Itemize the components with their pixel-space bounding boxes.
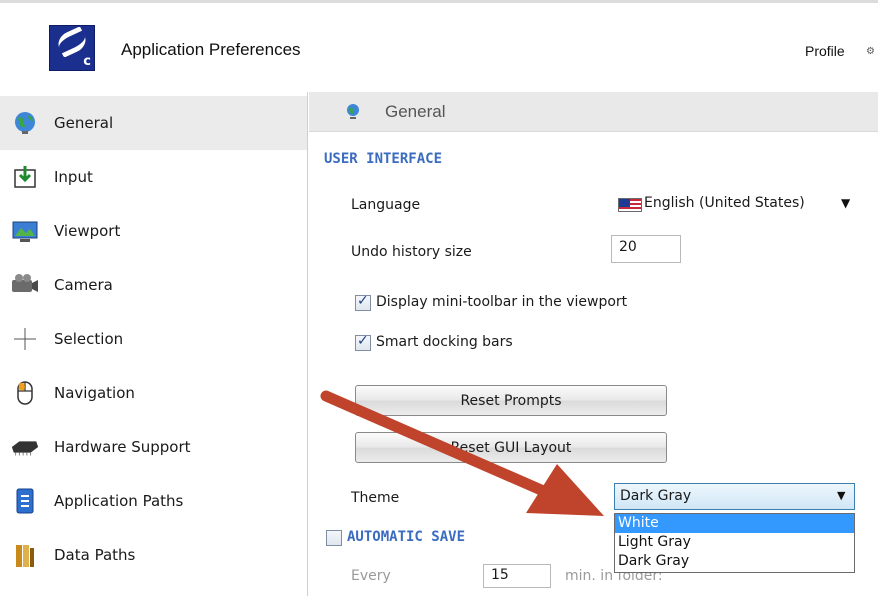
theme-dropdown[interactable]: Dark Gray ▼ [614, 483, 855, 510]
sidebar-item-hardware-support[interactable]: Hardware Support [0, 420, 307, 474]
mini-toolbar-label: Display mini-toolbar in the viewport [376, 294, 628, 310]
app-logo-letter: c [83, 54, 91, 69]
undo-history-input[interactable]: 20 [611, 235, 681, 263]
chevron-down-icon[interactable]: ▼ [841, 196, 850, 210]
camera-icon [10, 270, 40, 300]
mini-toolbar-checkbox[interactable] [355, 293, 371, 311]
sidebar-item-input[interactable]: Input [0, 150, 307, 204]
sidebar-item-viewport[interactable]: Viewport [0, 204, 307, 258]
globe-icon [345, 103, 361, 125]
us-flag-icon [618, 198, 642, 212]
input-icon [10, 162, 40, 192]
sidebar-item-selection[interactable]: Selection [0, 312, 307, 366]
sidebar-item-label: General [54, 114, 114, 132]
sidebar-item-label: Camera [54, 276, 113, 294]
crosshair-icon [10, 324, 40, 354]
language-label: Language [351, 197, 421, 213]
autosave-interval-input[interactable]: 15 [483, 564, 551, 588]
window-title: Application Preferences [121, 40, 301, 59]
theme-label: Theme [351, 490, 400, 506]
smart-docking-checkbox[interactable] [355, 333, 371, 351]
chevron-down-icon[interactable]: ▼ [837, 489, 845, 502]
sidebar-item-label: Viewport [54, 222, 121, 240]
theme-dropdown-list: White Light Gray Dark Gray [614, 513, 855, 573]
sidebar-item-application-paths[interactable]: Application Paths [0, 474, 307, 528]
section-title-automatic-save: AUTOMATIC SAVE [347, 529, 466, 545]
content-title: General [385, 102, 446, 121]
profile-menu[interactable]: Profile [805, 43, 845, 59]
undo-history-label: Undo history size [351, 244, 472, 260]
reset-gui-layout-button[interactable]: Reset GUI Layout [355, 432, 667, 463]
globe-icon [10, 108, 40, 138]
language-value: English (United States) [644, 195, 805, 211]
app-header: c Application Preferences Profile ⚙ [0, 0, 878, 92]
sidebar-item-navigation[interactable]: Navigation [0, 366, 307, 420]
language-dropdown[interactable]: English (United States) ▼ [618, 195, 858, 217]
sidebar-item-camera[interactable]: Camera [0, 258, 307, 312]
sidebar-item-label: Input [54, 168, 93, 186]
every-label: Every [351, 568, 391, 584]
viewport-icon [10, 216, 40, 246]
sidebar-item-label: Hardware Support [54, 438, 191, 456]
theme-option-dark-gray[interactable]: Dark Gray [615, 552, 854, 571]
data-paths-icon [10, 540, 40, 570]
section-title-user-interface: USER INTERFACE [324, 151, 443, 167]
application-paths-icon [10, 486, 40, 516]
sidebar-item-general[interactable]: General [0, 96, 307, 150]
automatic-save-checkbox[interactable] [326, 530, 342, 546]
preferences-content: General USER INTERFACE Language English … [309, 92, 878, 596]
sidebar-item-label: Data Paths [54, 546, 136, 564]
reset-prompts-button[interactable]: Reset Prompts [355, 385, 667, 416]
app-logo: c [49, 25, 95, 71]
preferences-sidebar: General Input Viewport Camera Selection … [0, 92, 308, 596]
chip-icon [10, 432, 40, 462]
content-header: General [309, 92, 878, 132]
theme-option-white[interactable]: White [615, 514, 854, 533]
mouse-icon [10, 378, 40, 408]
gear-icon[interactable]: ⚙ [866, 46, 875, 57]
sidebar-item-label: Selection [54, 330, 124, 348]
theme-value: Dark Gray [620, 488, 692, 504]
sidebar-item-label: Navigation [54, 384, 135, 402]
theme-option-light-gray[interactable]: Light Gray [615, 533, 854, 552]
sidebar-item-data-paths[interactable]: Data Paths [0, 528, 307, 582]
smart-docking-label: Smart docking bars [376, 334, 513, 350]
sidebar-item-label: Application Paths [54, 492, 184, 510]
